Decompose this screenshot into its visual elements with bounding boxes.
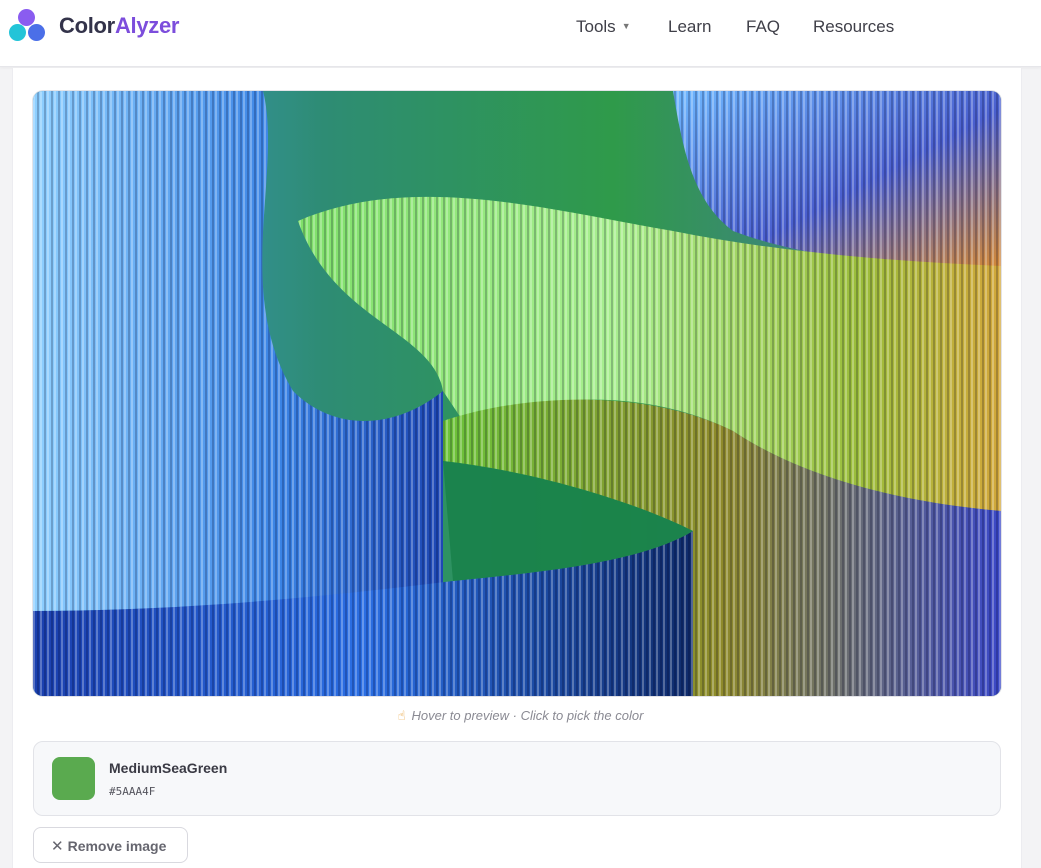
coloralyzer-logo-icon[interactable] (9, 9, 47, 43)
color-hex-code[interactable]: #5AAA4F (109, 785, 155, 798)
brand-name-part1: Color (59, 13, 115, 38)
brand-name-part2: Alyzer (114, 13, 180, 38)
color-name: MediumSeaGreen (109, 760, 228, 776)
nav-resources-link[interactable]: Resources (813, 17, 894, 37)
brand-name[interactable]: ColorAlyzer (59, 13, 179, 39)
remove-image-label: Remove image (67, 838, 167, 854)
nav-learn-link[interactable]: Learn (668, 17, 711, 37)
remove-image-button[interactable]: ✕ Remove image (33, 827, 188, 863)
nav-faq-link[interactable]: FAQ (746, 17, 780, 37)
uploaded-image-color-picker[interactable] (33, 91, 1001, 696)
color-picker-hint: ☝ Hover to preview · Click to pick the co… (0, 708, 1041, 724)
hint-text: Hover to preview · Click to pick the col… (411, 708, 644, 723)
top-navigation-bar: ColorAlyzer Tools ▼ Learn FAQ Resources (0, 0, 1041, 67)
nav-tools-dropdown[interactable]: Tools ▼ (576, 17, 631, 37)
nav-tools-label: Tools (576, 17, 616, 36)
color-swatch[interactable] (52, 757, 95, 800)
close-icon: ✕ (51, 838, 64, 855)
selected-color-card: MediumSeaGreen #5AAA4F (33, 741, 1001, 816)
uploaded-image (33, 91, 1001, 696)
pointing-hand-icon: ☝ (397, 708, 406, 723)
chevron-down-icon: ▼ (621, 21, 631, 31)
